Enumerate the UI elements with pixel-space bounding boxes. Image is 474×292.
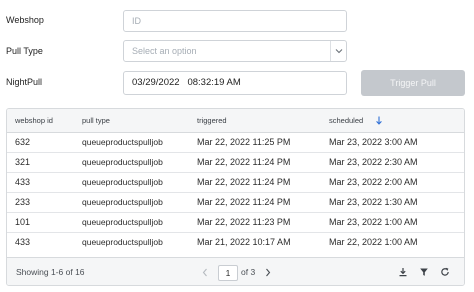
cell-triggered: Mar 22, 2022 11:25 PM	[197, 137, 291, 147]
cell-scheduled: Mar 23, 2022 2:00 AM	[329, 177, 418, 187]
showing-count: Showing 1-6 of 16	[16, 267, 85, 277]
pull-jobs-table: webshop id pull type triggered scheduled…	[6, 108, 465, 286]
chevron-right-icon[interactable]	[265, 268, 271, 277]
cell-pull-type: queueproductspulljob	[82, 217, 163, 227]
cell-pull-type: queueproductspulljob	[82, 137, 163, 147]
table-row[interactable]: 101 queueproductspulljob Mar 22, 2022 11…	[7, 213, 464, 233]
nightpull-datetime-input[interactable]: 03/29/2022 08:32:19 AM	[123, 71, 347, 95]
pull-type-select[interactable]: Select an option	[123, 40, 347, 62]
cell-triggered: Mar 22, 2022 11:24 PM	[197, 177, 291, 187]
cell-triggered: Mar 22, 2022 11:24 PM	[197, 157, 291, 167]
pull-type-placeholder: Select an option	[132, 46, 197, 56]
cell-pull-type: queueproductspulljob	[82, 157, 163, 167]
sort-descending-icon[interactable]	[376, 116, 382, 125]
cell-triggered: Mar 21, 2022 10:17 AM	[197, 237, 291, 247]
webshop-id-placeholder: ID	[132, 16, 141, 26]
cell-scheduled: Mar 23, 2022 1:00 AM	[329, 217, 418, 227]
cell-scheduled: Mar 22, 2022 1:00 AM	[329, 237, 418, 247]
table-footer: Showing 1-6 of 16 1 of 3	[7, 257, 464, 285]
table-header: webshop id pull type triggered scheduled	[7, 109, 464, 133]
nightpull-datetime-value: 03/29/2022 08:32:19 AM	[132, 77, 241, 88]
cell-triggered: Mar 22, 2022 11:24 PM	[197, 197, 291, 207]
refresh-icon[interactable]	[440, 267, 450, 277]
table-row[interactable]: 321 queueproductspulljob Mar 22, 2022 11…	[7, 153, 464, 173]
cell-webshop-id: 433	[15, 177, 31, 187]
column-header-triggered[interactable]: triggered	[197, 109, 227, 132]
table-row[interactable]: 433 queueproductspulljob Mar 22, 2022 11…	[7, 173, 464, 193]
cell-pull-type: queueproductspulljob	[82, 237, 163, 247]
chevron-left-icon[interactable]	[202, 268, 208, 277]
trigger-pull-button[interactable]: Trigger Pull	[361, 70, 465, 96]
nightpull-label: NightPull	[6, 77, 43, 87]
page-number-input[interactable]: 1	[218, 265, 238, 281]
column-header-scheduled[interactable]: scheduled	[329, 109, 363, 132]
webshop-label: Webshop	[6, 15, 44, 25]
table-row[interactable]: 433 queueproductspulljob Mar 21, 2022 10…	[7, 233, 464, 253]
column-header-pull-type[interactable]: pull type	[82, 109, 110, 132]
column-header-webshop-id[interactable]: webshop id	[15, 109, 53, 132]
cell-pull-type: queueproductspulljob	[82, 177, 163, 187]
table-row[interactable]: 632 queueproductspulljob Mar 22, 2022 11…	[7, 133, 464, 153]
cell-triggered: Mar 22, 2022 11:23 PM	[197, 217, 291, 227]
cell-webshop-id: 632	[15, 137, 31, 147]
filter-icon[interactable]	[419, 267, 429, 277]
cell-webshop-id: 233	[15, 197, 31, 207]
cell-webshop-id: 101	[15, 217, 31, 227]
cell-webshop-id: 321	[15, 157, 31, 167]
chevron-down-icon[interactable]	[330, 41, 346, 61]
cell-webshop-id: 433	[15, 237, 31, 247]
pull-type-label: Pull Type	[6, 46, 43, 56]
page-total: of 3	[241, 267, 256, 277]
table-row[interactable]: 233 queueproductspulljob Mar 22, 2022 11…	[7, 193, 464, 213]
cell-scheduled: Mar 23, 2022 2:30 AM	[329, 157, 418, 167]
cell-scheduled: Mar 23, 2022 3:00 AM	[329, 137, 418, 147]
cell-pull-type: queueproductspulljob	[82, 197, 163, 207]
download-icon[interactable]	[398, 267, 408, 277]
webshop-id-input[interactable]: ID	[123, 10, 347, 32]
cell-scheduled: Mar 23, 2022 1:30 AM	[329, 197, 418, 207]
